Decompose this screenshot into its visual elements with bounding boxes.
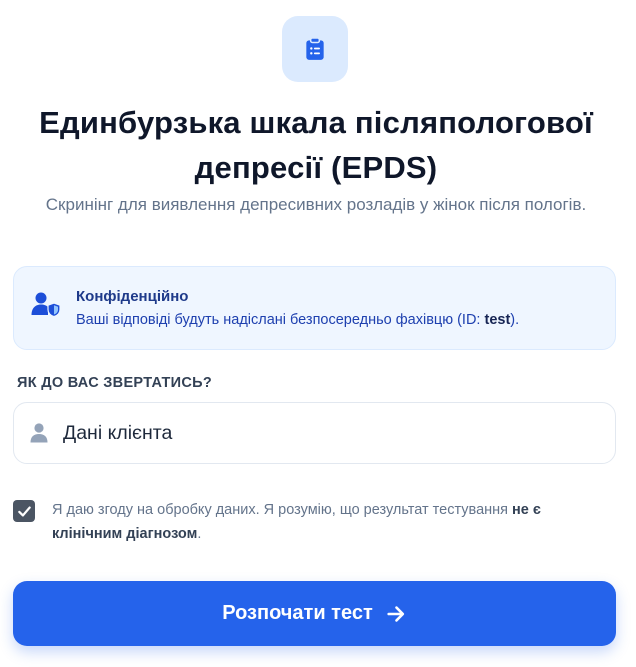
page-title: Единбурзька шкала післяпологової депресі… — [39, 105, 593, 185]
confidentiality-notice: Конфіденційно Ваші відповіді будуть наді… — [13, 266, 616, 350]
name-field-label: ЯК ДО ВАС ЗВЕРТАТИСЬ? — [17, 375, 213, 391]
consent-text-end: . — [197, 526, 202, 542]
specialist-id: test — [484, 312, 511, 328]
name-field-wrapper[interactable] — [13, 402, 616, 464]
epds-intro-page: Единбурзька шкала післяпологової депресі… — [0, 0, 636, 667]
consent-checkbox[interactable] — [13, 500, 35, 522]
start-test-button[interactable]: Розпочати тест — [13, 581, 616, 646]
consent-text-main: Я даю згоду на обробку даних. Я розумію,… — [52, 502, 513, 518]
user-shield-icon — [31, 292, 61, 317]
user-icon — [30, 423, 48, 443]
notice-text-after: ). — [510, 312, 520, 328]
name-input[interactable] — [63, 403, 603, 463]
arrow-right-icon — [387, 605, 404, 622]
notice-title: Конфіденційно — [76, 288, 189, 305]
checkmark-icon — [17, 505, 31, 517]
clipboard-list-icon — [306, 37, 324, 60]
notice-text: Ваші відповіді будуть надіслані безпосер… — [76, 312, 519, 328]
consent-text: Я даю згоду на обробку даних. Я розумію,… — [52, 498, 612, 546]
start-test-label: Розпочати тест — [222, 602, 373, 624]
logo-badge — [282, 16, 348, 82]
notice-text-before: Ваші відповіді будуть надіслані безпосер… — [76, 312, 485, 328]
page-subtitle: Скринінг для виявлення депресивних розла… — [45, 195, 587, 214]
